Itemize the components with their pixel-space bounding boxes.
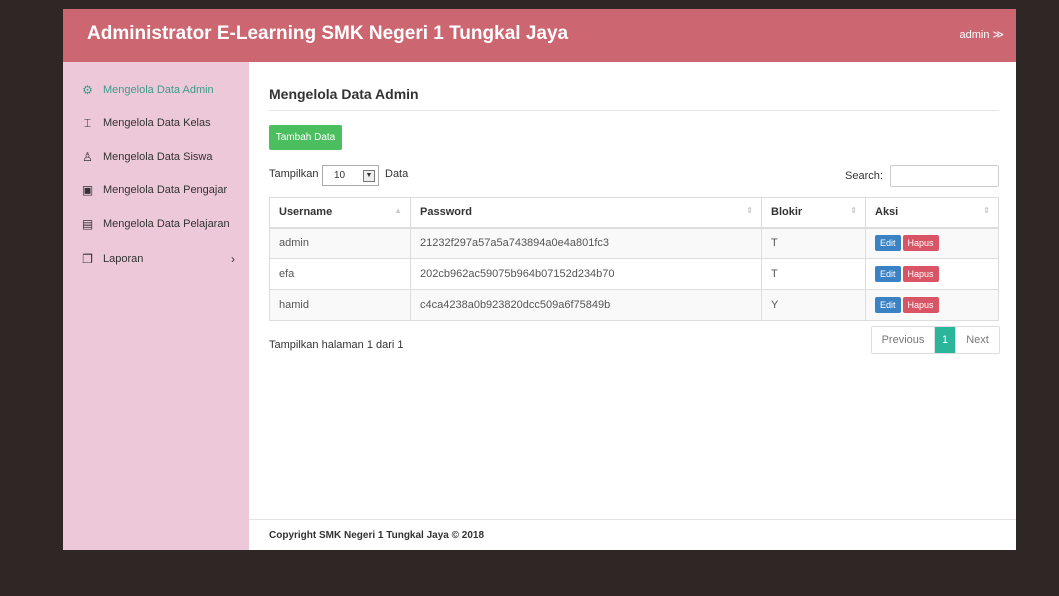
id-card-icon: ▣ [81,183,94,197]
cell-blokir: T [761,227,866,259]
sidebar-item-label: Mengelola Data Pelajaran [103,218,230,230]
sidebar-item-label: Laporan [103,253,144,265]
cell-username: hamid [269,289,411,321]
delete-button[interactable]: Hapus [902,266,939,282]
copyright-text: Copyright SMK Negeri 1 Tungkal Jaya © 20… [269,530,485,541]
sidebar-item-pengajar[interactable]: ▣ Mengelola Data Pengajar [63,175,249,205]
column-header-username[interactable]: Username ▲ [269,197,411,229]
page-length-value: 10 [334,170,346,181]
cell-blokir: T [761,258,866,290]
cell-actions: Edit Hapus [865,258,999,290]
chevron-right-icon: › [231,252,235,266]
page-title: Mengelola Data Admin [269,86,419,102]
cell-password: 21232f297a57a5a743894a0e4a801fc3 [410,227,762,259]
top-navbar: Administrator E-Learning SMK Negeri 1 Tu… [63,9,1016,62]
pagination: Previous 1 Next [871,326,1000,354]
sidebar-item-siswa[interactable]: ♙ Mengelola Data Siswa [63,142,249,172]
dropdown-arrow-icon: ▼ [363,169,375,182]
chevron-down-icon: ≫ [992,29,1004,41]
previous-page-button[interactable]: Previous [872,327,935,353]
report-icon: ❐ [82,252,93,266]
app-window: Administrator E-Learning SMK Negeri 1 Tu… [63,9,1016,550]
sidebar-item-laporan[interactable]: ❐ Laporan › [63,244,249,274]
table-row: hamid c4ca4238a0b923820dcc509a6f75849b Y… [269,289,999,321]
title-divider [269,110,999,111]
cell-actions: Edit Hapus [865,289,999,321]
length-prefix-label: Tampilkan [269,168,319,180]
book-icon: ▤ [81,217,94,231]
page-button-current[interactable]: 1 [935,327,955,353]
main-content: Mengelola Data Admin Tambah Data Tampilk… [249,62,1016,550]
cell-password: c4ca4238a0b923820dcc509a6f75849b [410,289,762,321]
sidebar-item-label: Mengelola Data Siswa [103,151,213,163]
sidebar-item-admin[interactable]: ⚙ Mengelola Data Admin [63,75,249,105]
cell-blokir: Y [761,289,866,321]
user-menu[interactable]: admin ≫ [960,28,1004,41]
sidebar-item-label: Mengelola Data Pengajar [103,184,228,196]
gear-icon: ⚙ [82,83,93,97]
sidebar-item-kelas[interactable]: ⌶ Mengelola Data Kelas [63,108,249,138]
sidebar-item-label: Mengelola Data Kelas [103,117,211,129]
footer: Copyright SMK Negeri 1 Tungkal Jaya © 20… [249,519,1016,550]
sidebar: ⚙ Mengelola Data Admin ⌶ Mengelola Data … [63,62,249,550]
sidebar-item-pelajaran[interactable]: ▤ Mengelola Data Pelajaran [63,209,249,239]
cell-password: 202cb962ac59075b964b07152d234b70 [410,258,762,290]
table-row: admin 21232f297a57a5a743894a0e4a801fc3 T… [269,227,999,259]
user-icon: ♙ [82,150,93,164]
sort-icon: ⇕ [983,206,990,215]
app-title: Administrator E-Learning SMK Negeri 1 Tu… [87,23,569,44]
edit-button[interactable]: Edit [875,297,901,313]
table-header-row: Username ▲ Password ⇕ Blokir ⇕ Aksi ⇕ [269,197,999,229]
next-page-button[interactable]: Next [955,327,999,353]
cell-username: admin [269,227,411,259]
column-header-blokir[interactable]: Blokir ⇕ [761,197,866,229]
add-data-button[interactable]: Tambah Data [269,125,342,150]
column-header-password[interactable]: Password ⇕ [410,197,762,229]
table-info: Tampilkan halaman 1 dari 1 [269,339,404,351]
sort-icon: ⇕ [850,206,857,215]
page-length-select[interactable]: 10 ▼ [322,165,379,186]
user-name: admin [959,29,990,41]
length-suffix-label: Data [385,168,409,180]
delete-button[interactable]: Hapus [902,235,939,252]
admin-table: Username ▲ Password ⇕ Blokir ⇕ Aksi ⇕ admin … [269,197,999,321]
column-header-aksi[interactable]: Aksi ⇕ [865,197,999,229]
edit-button[interactable]: Edit [875,266,901,282]
edit-button[interactable]: Edit [875,235,901,252]
class-board-icon: ⌶ [83,115,92,130]
table-row: efa 202cb962ac59075b964b07152d234b70 T E… [269,258,999,290]
sidebar-item-label: Mengelola Data Admin [103,84,214,96]
cell-actions: Edit Hapus [865,227,999,259]
cell-username: efa [269,258,411,290]
delete-button[interactable]: Hapus [902,297,939,313]
sort-icon: ⇕ [746,206,753,215]
search-label: Search: [845,170,883,182]
sort-icon: ▲ [394,206,402,215]
search-input[interactable] [890,165,999,187]
